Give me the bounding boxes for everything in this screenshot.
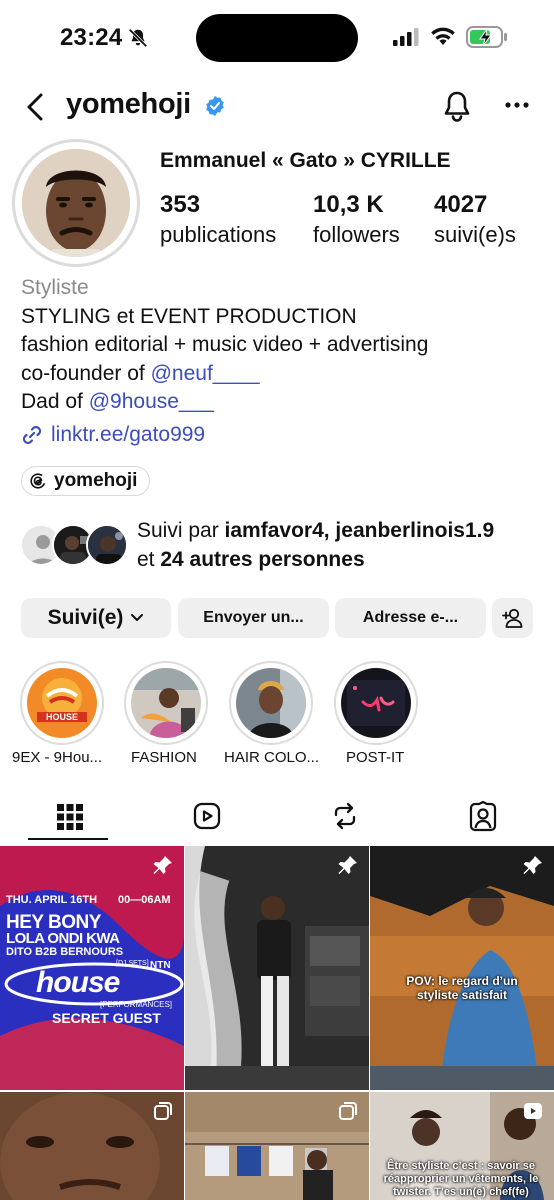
followed-prefix: Suivi par — [137, 519, 225, 542]
flyer-lineup: SECRET GUEST — [52, 1010, 161, 1026]
post-caption-overlay: Être styliste c’est : savoir se réapprop… — [383, 1160, 539, 1198]
status-bar: 23:24 — [0, 0, 554, 78]
message-button[interactable]: Envoyer un... — [178, 598, 329, 638]
stat-following-label: suivi(e)s — [434, 222, 516, 247]
threads-handle: yomehoji — [54, 470, 138, 491]
reels-tab-icon[interactable] — [192, 800, 222, 832]
highlight-label: 9EX - 9Hou... — [12, 749, 103, 766]
post-thumbnail[interactable] — [0, 1092, 184, 1200]
cellular-signal-icon — [393, 28, 419, 46]
carousel-icon — [339, 1102, 357, 1120]
mention-link[interactable]: @9house___ — [89, 390, 214, 413]
post-thumbnail[interactable]: POV: le regard d’un styliste satisfait — [370, 846, 554, 1090]
back-arrow-icon[interactable] — [22, 90, 50, 124]
stat-followers[interactable]: 10,3 K followers — [313, 190, 400, 250]
post-thumbnail[interactable]: THU. APRIL 16TH 00—06AM HEY BONY LOLA ON… — [0, 846, 184, 1090]
highlight-cover — [131, 668, 201, 738]
bio-line: fashion editorial + music video + advert… — [21, 333, 429, 356]
highlight-cover — [236, 668, 306, 738]
stat-posts-label: publications — [160, 222, 277, 247]
story-highlight[interactable]: HOUSE — [20, 661, 104, 745]
reel-icon — [524, 1103, 542, 1119]
wifi-icon — [431, 27, 455, 45]
followed-names: iamfavor4, jeanberlinois1.9 — [224, 519, 495, 542]
link-text: linktr.ee/gato999 — [51, 423, 206, 446]
pin-icon — [153, 856, 172, 874]
verified-badge-icon — [206, 96, 224, 116]
highlight-label: POST-IT — [346, 749, 405, 766]
carousel-icon — [154, 1102, 172, 1120]
tagged-tab-icon[interactable] — [468, 800, 498, 832]
following-button-label: Suivi(e) — [47, 606, 124, 629]
link-icon — [22, 426, 42, 444]
reposts-tab-icon[interactable] — [330, 800, 360, 832]
post-image — [185, 846, 369, 1090]
story-highlight[interactable] — [334, 661, 418, 745]
followed-line2-prefix: et — [137, 548, 161, 571]
stat-followers-count: 10,3 K — [313, 191, 384, 218]
flyer-time: 00—06AM — [118, 894, 171, 906]
bell-slash-icon — [128, 28, 148, 48]
post-thumbnail[interactable] — [185, 1092, 369, 1200]
threads-logo-icon — [30, 473, 46, 489]
flyer-logo: house — [36, 966, 120, 999]
mutual-followers-text[interactable]: Suivi par iamfavor4, jeanberlinois1.9 et… — [137, 516, 494, 574]
bio-line: Dad of @9house___ — [21, 388, 428, 417]
profile-bio: Styliste STYLING et EVENT PRODUCTION fas… — [21, 274, 428, 417]
battery-charging-icon — [466, 26, 507, 48]
avatar-photo — [22, 149, 130, 257]
highlight-cover: HOUSE — [27, 668, 97, 738]
post-image — [370, 846, 554, 1090]
flyer-lineup: DITO B2B BERNOURS — [6, 946, 124, 958]
dynamic-island — [196, 14, 358, 62]
notification-bell-icon[interactable] — [442, 90, 472, 122]
pin-icon — [338, 856, 357, 874]
bio-line: co-founder of @neuf____ — [21, 360, 428, 389]
flyer-date: THU. APRIL 16TH — [6, 894, 98, 906]
highlight-label: HAIR COLO... — [224, 749, 320, 766]
email-button-label: Adresse e-... — [362, 609, 459, 626]
bio-text: Dad of — [21, 390, 89, 413]
message-button-label: Envoyer un... — [203, 609, 304, 626]
stat-posts[interactable]: 353 publications — [160, 190, 276, 250]
status-time: 23:24 — [60, 24, 123, 51]
flyer-lineup: LOLA ONDI KWA — [6, 930, 120, 947]
suggested-users-button[interactable] — [492, 598, 533, 638]
pin-icon — [523, 856, 542, 874]
story-highlight[interactable] — [124, 661, 208, 745]
profile-full-name: Emmanuel « Gato » CYRILLE — [160, 149, 451, 172]
highlight-label: FASHION — [131, 749, 197, 766]
profile-avatar[interactable] — [12, 139, 140, 267]
stat-following[interactable]: 4027 suivi(e)s — [434, 190, 516, 250]
chevron-down-icon — [131, 614, 144, 621]
profile-header: yomehoji — [0, 84, 554, 132]
flyer-lineup: [DJ SETS] — [116, 960, 149, 967]
active-tab-indicator — [28, 838, 108, 840]
svg-text:HOUSE: HOUSE — [46, 712, 78, 722]
profile-category: Styliste — [21, 276, 89, 299]
threads-badge[interactable]: yomehoji — [21, 466, 151, 496]
more-options-icon[interactable] — [504, 100, 530, 110]
post-thumbnail[interactable] — [185, 846, 369, 1090]
mention-link[interactable]: @neuf____ — [151, 362, 260, 385]
bio-line: STYLING et EVENT PRODUCTION — [21, 304, 357, 328]
grid-tab-icon[interactable] — [55, 800, 85, 832]
avatar — [86, 524, 128, 566]
stat-following-count: 4027 — [434, 191, 488, 218]
profile-username: yomehoji — [66, 88, 191, 120]
story-highlight[interactable] — [229, 661, 313, 745]
following-button[interactable]: Suivi(e) — [21, 598, 171, 638]
email-button[interactable]: Adresse e-... — [335, 598, 486, 638]
add-person-icon — [501, 608, 522, 628]
post-caption-overlay: POV: le regard d’un styliste satisfait — [406, 974, 518, 1002]
stat-posts-count: 353 — [160, 191, 201, 218]
profile-external-link[interactable]: linktr.ee/gato999 — [21, 421, 205, 449]
bio-text: co-founder of — [21, 361, 151, 385]
stat-followers-label: followers — [313, 222, 400, 247]
highlight-cover — [341, 668, 411, 738]
flyer-lineup: NTN — [150, 960, 171, 971]
flyer-lineup: [PERFORMANCES] — [100, 1000, 173, 1009]
followed-others: 24 autres personnes — [160, 548, 365, 571]
post-thumbnail[interactable]: Être styliste c’est : savoir se réapprop… — [370, 1092, 554, 1200]
